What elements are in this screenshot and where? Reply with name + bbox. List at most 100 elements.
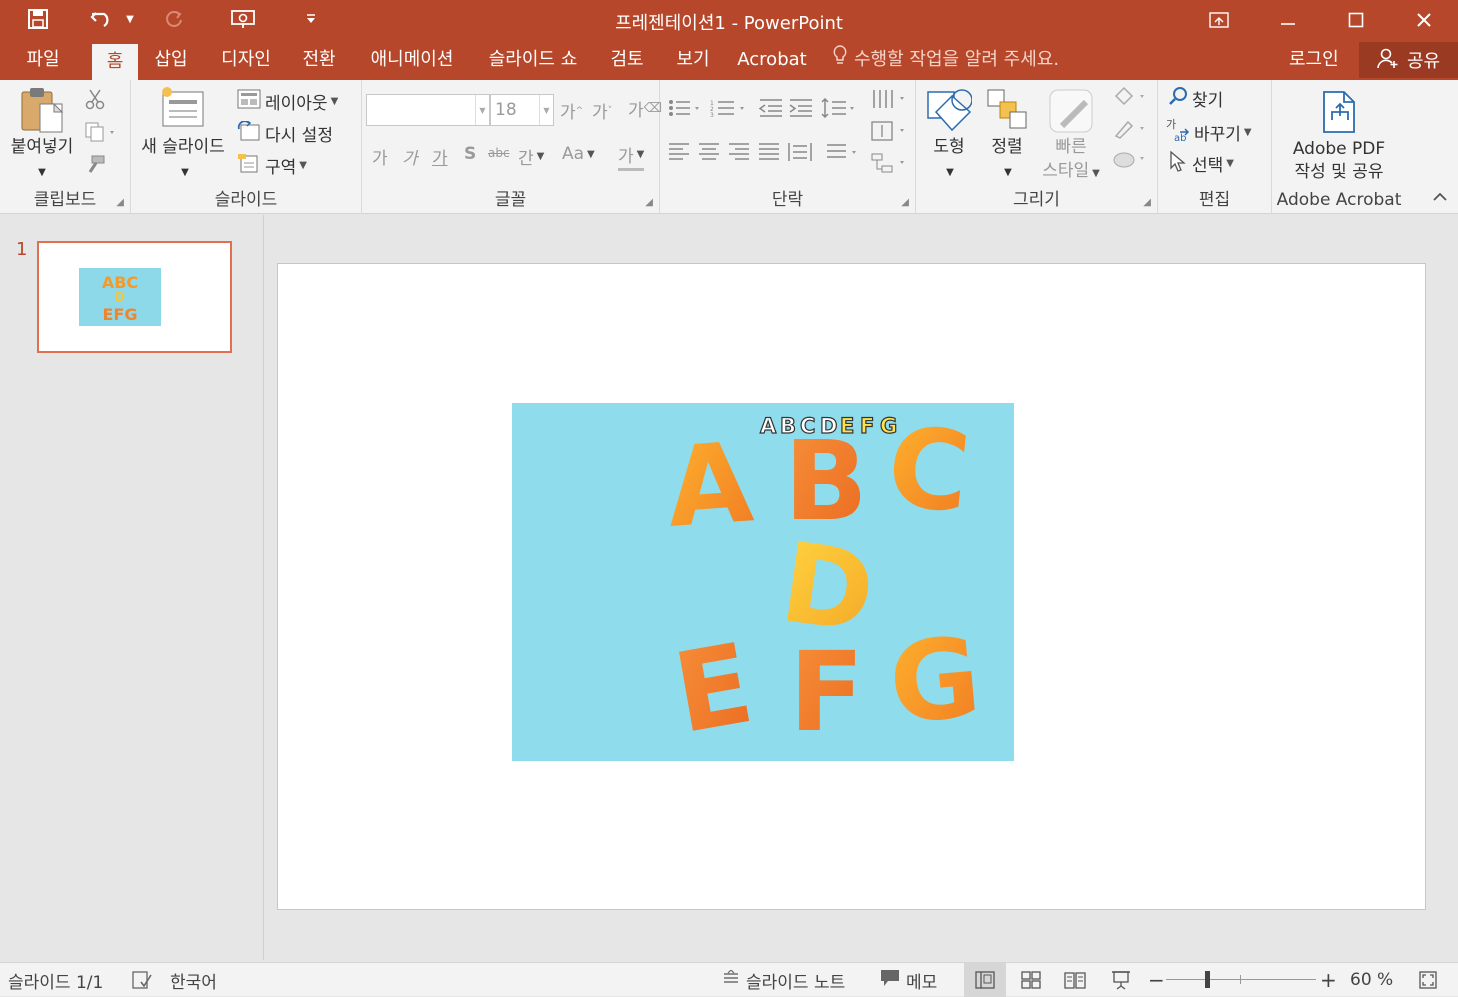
columns-icon[interactable] [826, 142, 860, 162]
quick-styles-button[interactable]: 스타일 ▼ [1034, 160, 1108, 185]
create-pdf-line1[interactable]: Adobe PDF [1272, 138, 1406, 160]
login-link[interactable]: 로그인 [1289, 40, 1339, 80]
tab-review[interactable]: 검토 [602, 40, 652, 80]
char-spacing-button[interactable]: 간 ▼ [518, 144, 544, 169]
maximize-icon[interactable] [1322, 0, 1390, 40]
zoom-slider-thumb[interactable] [1205, 971, 1211, 988]
numbering-icon[interactable]: 123 [710, 98, 748, 118]
text-direction-icon[interactable] [870, 88, 908, 110]
normal-view-icon[interactable] [964, 963, 1006, 997]
justify-icon[interactable] [758, 142, 780, 162]
font-color-button[interactable]: 가 ▼ [618, 142, 645, 171]
tab-home[interactable]: 홈 [92, 44, 138, 80]
increase-indent-icon[interactable] [788, 98, 814, 118]
tell-me-box[interactable]: 수행할 작업을 알려 주세요. [832, 40, 1059, 80]
tab-view[interactable]: 보기 [668, 40, 718, 80]
tab-file[interactable]: 파일 [14, 40, 72, 80]
tab-animations[interactable]: 애니메이션 [360, 40, 464, 80]
new-slide-button[interactable]: 새 슬라이드 [131, 136, 235, 158]
font-launcher-icon[interactable]: ◢ [645, 197, 653, 208]
collapse-ribbon-icon[interactable] [1432, 190, 1448, 202]
new-slide-dropdown-icon[interactable]: ▼ [173, 162, 197, 184]
arrange-icon[interactable] [986, 88, 1028, 132]
change-case-button[interactable]: Aa ▼ [562, 144, 595, 164]
underline-button[interactable]: 가 [432, 144, 448, 169]
font-size-input[interactable]: 18 ▼ [490, 94, 554, 126]
tab-acrobat[interactable]: Acrobat [732, 40, 812, 80]
shape-effects-icon[interactable] [1112, 148, 1148, 170]
group-drawing: 도형 ▼ 정렬 ▼ 빠른 스타일 ▼ 그리기 ◢ [916, 80, 1158, 214]
strikethrough-button[interactable]: abc [488, 146, 510, 160]
create-pdf-line2[interactable]: 작성 및 공유 [1272, 161, 1406, 183]
shapes-icon[interactable] [926, 88, 972, 134]
font-size-dropdown-icon[interactable]: ▼ [539, 95, 553, 125]
align-center-icon[interactable] [698, 142, 720, 162]
cut-icon[interactable] [84, 88, 106, 110]
quick-styles-icon[interactable] [1048, 88, 1094, 134]
slide-picture[interactable]: A B C D E F G A B C D E F G [512, 403, 1014, 761]
ribbon-display-options-icon[interactable] [1185, 0, 1253, 40]
create-pdf-icon[interactable] [1320, 90, 1360, 134]
close-icon[interactable] [1390, 0, 1458, 40]
font-name-input[interactable]: ▼ [366, 94, 490, 126]
font-name-dropdown-icon[interactable]: ▼ [475, 95, 489, 125]
format-painter-icon[interactable] [84, 154, 106, 176]
paste-button[interactable]: 붙여넣기 [0, 136, 84, 158]
shape-outline-icon[interactable] [1112, 118, 1148, 140]
line-spacing-icon[interactable] [820, 98, 858, 118]
reset-button[interactable]: 다시 설정 [237, 120, 333, 146]
align-left-icon[interactable] [668, 142, 690, 162]
zoom-out-icon[interactable]: − [1148, 963, 1165, 997]
grow-font-button[interactable]: 가 ^ [560, 98, 583, 123]
notes-button[interactable]: 슬라이드 노트 [722, 963, 845, 997]
fit-to-window-icon[interactable] [1418, 963, 1438, 997]
italic-button[interactable]: 가 [402, 144, 418, 169]
tab-slideshow[interactable]: 슬라이드 쇼 [478, 40, 588, 80]
copy-icon[interactable] [84, 122, 118, 142]
share-button[interactable]: 공유 [1359, 42, 1458, 78]
language-indicator[interactable]: 한국어 [170, 963, 217, 997]
slide-sorter-view-icon[interactable] [1010, 963, 1052, 997]
section-button[interactable]: 구역 ▼ [237, 153, 307, 178]
slide-thumbnail[interactable]: ABC D EFG [37, 241, 232, 353]
smartart-icon[interactable] [870, 152, 908, 174]
distributed-icon[interactable] [788, 142, 812, 162]
find-button[interactable]: 찾기 [1168, 86, 1223, 111]
clipboard-launcher-icon[interactable]: ◢ [116, 197, 124, 208]
shape-fill-icon[interactable] [1112, 86, 1148, 108]
shadow-button[interactable]: S [464, 144, 476, 164]
comments-button[interactable]: 메모 [880, 963, 937, 997]
shapes-button[interactable]: 도형 [916, 136, 982, 158]
bold-button[interactable]: 가 [372, 144, 388, 169]
select-button[interactable]: 선택 ▼ [1168, 150, 1234, 177]
bullets-icon[interactable] [668, 98, 702, 118]
arrange-dropdown-icon[interactable]: ▼ [996, 162, 1020, 184]
minimize-icon[interactable] [1254, 0, 1322, 40]
zoom-slider[interactable] [1166, 963, 1316, 997]
paste-icon[interactable] [18, 86, 66, 136]
replace-button[interactable]: 가 ab 바꾸기 ▼ [1166, 118, 1252, 147]
decrease-indent-icon[interactable] [758, 98, 784, 118]
layout-button[interactable]: 레이아웃 ▼ [237, 89, 338, 114]
shrink-font-button[interactable]: 가 ˅ [592, 98, 612, 123]
quick-styles-line1[interactable]: 빠른 [1034, 136, 1108, 158]
tab-design[interactable]: 디자인 [212, 40, 280, 80]
slideshow-view-icon[interactable] [1100, 963, 1142, 997]
clear-format-button[interactable]: 가 ⌫ [628, 96, 662, 121]
paste-dropdown-icon[interactable]: ▼ [30, 162, 54, 184]
align-right-icon[interactable] [728, 142, 750, 162]
shapes-dropdown-icon[interactable]: ▼ [938, 162, 962, 184]
current-slide[interactable]: A B C D E F G A B C D E F G [277, 263, 1426, 910]
drawing-launcher-icon[interactable]: ◢ [1143, 197, 1151, 208]
align-text-icon[interactable] [870, 120, 908, 142]
zoom-in-icon[interactable]: + [1320, 963, 1337, 997]
spelling-icon[interactable] [132, 963, 152, 997]
tab-transitions[interactable]: 전환 [294, 40, 344, 80]
zoom-level[interactable]: 60 % [1350, 963, 1393, 997]
reading-view-icon[interactable] [1054, 963, 1096, 997]
paragraph-launcher-icon[interactable]: ◢ [901, 197, 909, 208]
new-slide-icon[interactable] [159, 86, 207, 130]
font-color-label: 가 [618, 147, 634, 167]
arrange-button[interactable]: 정렬 [976, 136, 1038, 158]
tab-insert[interactable]: 삽입 [146, 40, 196, 80]
